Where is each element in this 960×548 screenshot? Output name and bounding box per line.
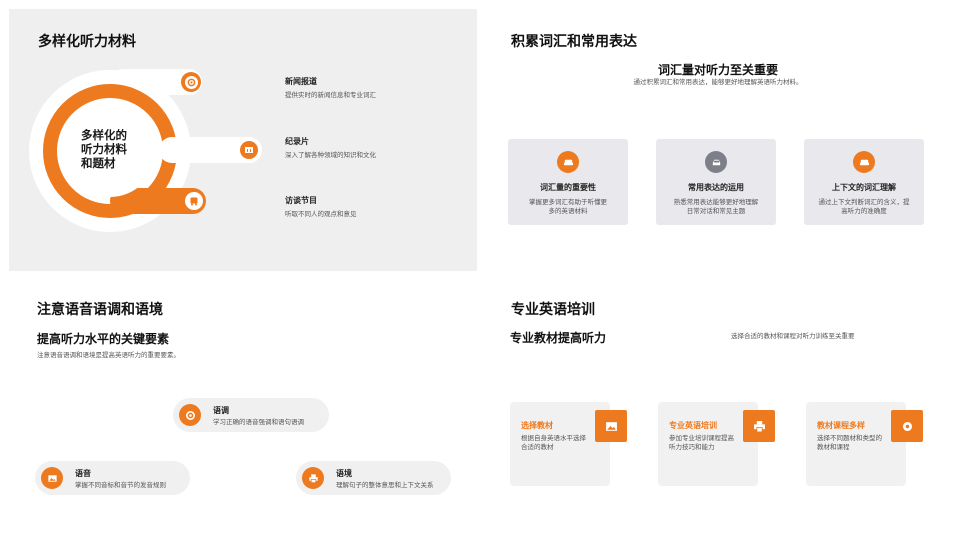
slide-professional-training: 专业英语培训 专业教材提高听力 选择合适的教材和课程对听力训练至关重要 选择教材… (484, 277, 952, 539)
slide-subtitle: 提高听力水平的关键要素 (37, 332, 170, 346)
item-label: 语境 (336, 469, 352, 478)
card-desc: 掌握更多词汇有助于听懂更多的英语材料 (529, 199, 607, 215)
slide-title: 积累词汇和常用表达 (511, 33, 637, 49)
slide-intro: 选择合适的教材和课程对听力训练至关重要 (731, 333, 855, 340)
target-icon (184, 75, 198, 89)
card-context: 上下文的词汇理解 通过上下文判断词汇的含义，提高听力的准确度 (804, 139, 924, 225)
target-icon (891, 410, 923, 442)
card-title: 词汇量的重要性 (540, 183, 596, 192)
center-label: 多样化的 听力材料 和题材 (81, 130, 127, 170)
item-desc: 理解句子的整体意思和上下文关系 (336, 482, 434, 489)
item-documentary: 纪录片 深入了解各种领域的知识和文化 (285, 136, 376, 160)
item-label: 纪录片 (285, 137, 309, 146)
card-title: 上下文的词汇理解 (832, 183, 896, 192)
slide-diverse-materials: 多样化听力材料 多样化的 听力材料 和题材 新闻报道 提供实时的新闻信息和专业词… (9, 9, 477, 271)
target-icon (179, 404, 201, 426)
item-news: 新闻报道 提供实时的新闻信息和专业词汇 (285, 76, 376, 100)
card-vocab-importance: 词汇量的重要性 掌握更多词汇有助于听懂更多的英语材料 (508, 139, 628, 225)
item-interview: 访谈节目 听取不同人的观点和意见 (285, 195, 357, 219)
slide-intro: 注意语音语调和语境是提高英语听力的重要要素。 (37, 352, 180, 359)
news-marker (181, 72, 201, 92)
printer-icon (302, 467, 324, 489)
item-phonetics: 语音 掌握不同音标和音节的发音规则 (35, 461, 190, 495)
slide-title: 注意语音语调和语境 (37, 301, 163, 317)
radial-diagram (29, 69, 262, 232)
slide-title: 专业英语培训 (511, 301, 595, 317)
image-icon (595, 410, 627, 442)
item-desc: 掌握不同音标和音节的发音规则 (75, 482, 166, 489)
bus-icon (190, 197, 198, 206)
item-label: 语调 (213, 406, 229, 415)
card-expressions: 常用表达的运用 熟悉常用表达能够更好地理解日常对话和常见主题 (656, 139, 776, 225)
documentary-marker (240, 141, 258, 159)
item-desc: 学习正确的语音强调和语句语调 (213, 419, 304, 426)
slide-intro: 通过积累词汇和常用表达，能够更好地理解英语听力材料。 (633, 79, 803, 86)
interview-marker (185, 192, 203, 210)
item-context: 语境 理解句子的整体意思和上下文关系 (296, 461, 451, 495)
slide-subtitle: 专业教材提高听力 (510, 331, 607, 345)
item-desc: 提供实时的新闻信息和专业词汇 (285, 92, 376, 99)
car-icon (705, 151, 727, 173)
card-title: 专业英语培训 (669, 421, 717, 430)
item-desc: 听取不同人的观点和意见 (285, 211, 357, 218)
item-intonation: 语调 学习正确的语音强调和语句语调 (173, 398, 329, 432)
card-title: 教材课程多样 (817, 421, 865, 430)
card-desc: 通过上下文判断词汇的含义，提高听力的准确度 (818, 199, 910, 215)
couch-icon (557, 151, 579, 173)
item-label: 访谈节目 (285, 196, 317, 205)
slide-pronunciation: 注意语音语调和语境 提高听力水平的关键要素 注意语音语调和语境是提高英语听力的重… (9, 277, 477, 539)
item-label: 语音 (75, 469, 91, 478)
card-title: 常用表达的运用 (688, 183, 744, 192)
card-desc: 参加专业培训课程提高听力技巧和能力 (669, 435, 734, 451)
card-desc: 根据自身英语水平选择合适的教材 (521, 435, 586, 451)
card-desc: 熟悉常用表达能够更好地理解日常对话和常见主题 (673, 199, 759, 215)
item-desc: 深入了解各种领域的知识和文化 (285, 152, 376, 159)
couch-icon (853, 151, 875, 173)
item-label: 新闻报道 (285, 77, 317, 86)
printer-icon (743, 410, 775, 442)
card-desc: 选择不同题材和类型的教材和课程 (817, 435, 882, 451)
book-icon (245, 147, 253, 153)
image-icon (41, 467, 63, 489)
card-title: 选择教材 (521, 421, 553, 430)
slide-vocabulary: 积累词汇和常用表达 词汇量对听力至关重要 通过积累词汇和常用表达，能够更好地理解… (484, 9, 952, 271)
slide-subtitle: 词汇量对听力至关重要 (657, 63, 778, 77)
